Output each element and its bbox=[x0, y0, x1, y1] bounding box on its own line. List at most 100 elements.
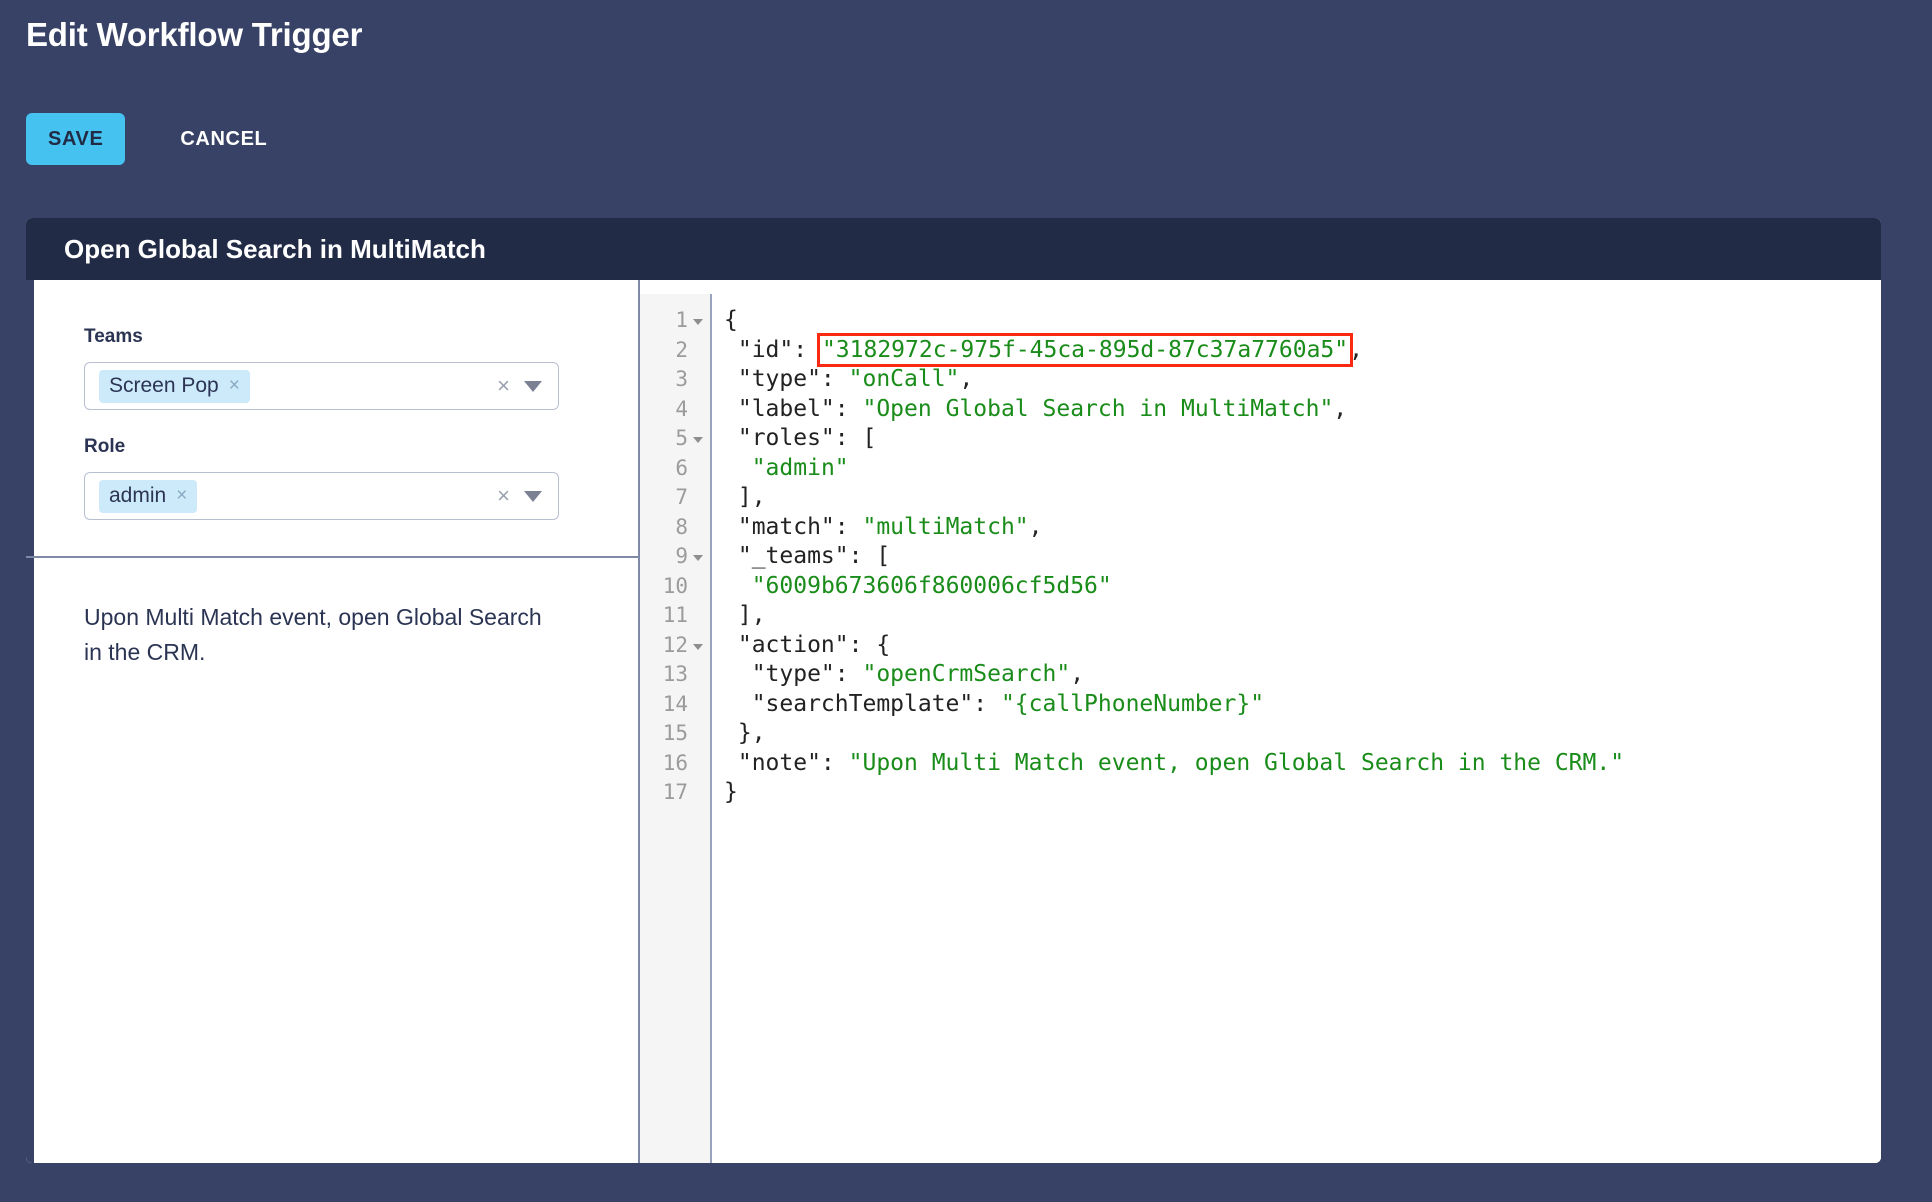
gutter-line-number: 6 bbox=[640, 454, 710, 484]
code-token: , bbox=[1333, 395, 1348, 422]
fold-caret-down-icon[interactable] bbox=[693, 555, 703, 562]
editor-gutter: 1 2 3 4 5 6 7 8 9 10 11 12 13 14 15 16 17 bbox=[640, 294, 712, 1163]
line-number: 14 bbox=[662, 691, 688, 716]
role-chip-label: admin bbox=[109, 483, 167, 507]
page-title: Edit Workflow Trigger bbox=[26, 16, 363, 53]
code-token: "searchTemplate": bbox=[724, 690, 1001, 717]
code-line[interactable]: "label": "Open Global Search in MultiMat… bbox=[724, 395, 1881, 425]
code-token: }, bbox=[724, 720, 766, 746]
code-line[interactable]: "roles": [ bbox=[724, 424, 1881, 454]
role-chip[interactable]: admin × bbox=[99, 479, 198, 513]
fold-caret-down-icon[interactable] bbox=[693, 437, 703, 444]
code-line[interactable]: "_teams": [ bbox=[724, 542, 1881, 572]
code-line[interactable]: "match": "multiMatch", bbox=[724, 513, 1881, 543]
gutter-line-number: 13 bbox=[640, 660, 710, 690]
code-line[interactable]: }, bbox=[724, 719, 1881, 749]
card-header: Open Global Search in MultiMatch bbox=[26, 218, 1881, 280]
code-token: "multiMatch" bbox=[862, 513, 1029, 540]
line-number: 2 bbox=[675, 337, 688, 362]
code-line[interactable]: "id": "3182972c-975f-45ca-895d-87c37a776… bbox=[724, 332, 1881, 367]
code-line[interactable]: { bbox=[724, 306, 1881, 336]
code-line[interactable]: "note": "Upon Multi Match event, open Gl… bbox=[724, 749, 1881, 779]
code-line[interactable]: "6009b673606f860006cf5d56" bbox=[724, 572, 1881, 602]
code-token: "id": bbox=[724, 336, 821, 363]
teams-select[interactable]: Screen Pop × × bbox=[84, 362, 559, 410]
teams-chevron-down-icon[interactable] bbox=[524, 380, 542, 392]
line-number: 5 bbox=[675, 426, 688, 450]
code-line[interactable]: "admin" bbox=[724, 454, 1881, 484]
code-token: "Upon Multi Match event, open Global Sea… bbox=[848, 749, 1625, 776]
gutter-line-number: 9 bbox=[640, 542, 710, 572]
teams-chip-remove-icon[interactable]: × bbox=[229, 376, 240, 395]
gutter-line-number: 8 bbox=[640, 513, 710, 543]
save-button[interactable]: SAVE bbox=[26, 113, 126, 165]
gutter-line-number: 14 bbox=[640, 690, 710, 720]
editor-code[interactable]: { "id": "3182972c-975f-45ca-895d-87c37a7… bbox=[712, 294, 1881, 1163]
role-chevron-down-icon[interactable] bbox=[524, 490, 542, 502]
code-token: , bbox=[1349, 336, 1363, 363]
code-token: "onCall" bbox=[848, 366, 960, 392]
card-body: Teams Screen Pop × × Role admin × × Upon… bbox=[26, 280, 1881, 1163]
code-token: "match": bbox=[724, 513, 863, 540]
code-token: ], bbox=[724, 484, 766, 510]
line-number: 13 bbox=[662, 662, 688, 686]
code-line[interactable]: ], bbox=[724, 483, 1881, 513]
cancel-button[interactable]: CANCEL bbox=[180, 128, 267, 151]
code-token: "openCrmSearch" bbox=[862, 661, 1071, 687]
teams-label: Teams bbox=[84, 326, 143, 347]
code-line[interactable]: } bbox=[724, 778, 1881, 808]
gutter-line-number: 17 bbox=[640, 778, 710, 808]
code-token: "action": { bbox=[724, 631, 891, 658]
gutter-line-number: 4 bbox=[640, 395, 710, 425]
description-text: Upon Multi Match event, open Global Sear… bbox=[84, 604, 542, 665]
code-line[interactable]: "searchTemplate": "{callPhoneNumber}" bbox=[724, 690, 1881, 720]
code-line[interactable]: "type": "onCall", bbox=[724, 365, 1881, 395]
gutter-line-number: 5 bbox=[640, 424, 710, 454]
code-token: "roles": [ bbox=[724, 425, 877, 451]
gutter-line-number: 16 bbox=[640, 749, 710, 779]
json-editor[interactable]: 1 2 3 4 5 6 7 8 9 10 11 12 13 14 15 16 17 { "id": "31829… bbox=[640, 280, 1881, 1163]
fold-caret-down-icon[interactable] bbox=[693, 643, 703, 650]
code-token: "{callPhoneNumber}" bbox=[1000, 690, 1265, 717]
line-number: 6 bbox=[675, 455, 688, 480]
teams-chip-label: Screen Pop bbox=[109, 373, 219, 397]
line-number: 8 bbox=[675, 514, 688, 539]
code-token: "Open Global Search in MultiMatch" bbox=[862, 395, 1334, 422]
line-number: 11 bbox=[662, 603, 688, 627]
code-token: "note": bbox=[724, 749, 849, 776]
code-token: , bbox=[1070, 661, 1085, 687]
teams-chip[interactable]: Screen Pop × bbox=[99, 369, 250, 403]
form-section: Teams Screen Pop × × Role admin × × bbox=[26, 280, 638, 558]
line-number: 1 bbox=[675, 308, 688, 332]
gutter-line-number: 10 bbox=[640, 572, 710, 602]
action-bar: SAVE CANCEL bbox=[26, 113, 267, 165]
card-title: Open Global Search in MultiMatch bbox=[64, 233, 486, 264]
description-section: Upon Multi Match event, open Global Sear… bbox=[26, 558, 638, 670]
role-label: Role bbox=[84, 436, 126, 457]
role-clear-icon[interactable]: × bbox=[497, 485, 510, 507]
code-token: { bbox=[724, 307, 738, 333]
teams-clear-icon[interactable]: × bbox=[497, 375, 510, 397]
code-line[interactable]: "type": "openCrmSearch", bbox=[724, 660, 1881, 690]
code-token: "type": bbox=[724, 366, 849, 392]
code-token: , bbox=[959, 366, 974, 392]
role-chip-remove-icon[interactable]: × bbox=[176, 486, 187, 505]
code-token: "6009b673606f860006cf5d56" bbox=[751, 572, 1112, 599]
line-number: 12 bbox=[662, 632, 688, 657]
gutter-line-number: 12 bbox=[640, 631, 710, 661]
role-select[interactable]: admin × × bbox=[84, 472, 559, 520]
code-token: "_teams": [ bbox=[724, 543, 891, 569]
code-token: "admin" bbox=[751, 454, 849, 481]
code-line[interactable]: "action": { bbox=[724, 631, 1881, 661]
code-token: ], bbox=[724, 602, 766, 628]
gutter-line-number: 3 bbox=[640, 365, 710, 395]
highlighted-id-value: "3182972c-975f-45ca-895d-87c37a7760a5" bbox=[816, 332, 1354, 367]
gutter-line-number: 7 bbox=[640, 483, 710, 513]
line-number: 17 bbox=[662, 780, 688, 804]
settings-pane: Teams Screen Pop × × Role admin × × Upon… bbox=[26, 280, 640, 1163]
code-line[interactable]: ], bbox=[724, 601, 1881, 631]
gutter-line-number: 1 bbox=[640, 306, 710, 336]
fold-caret-down-icon[interactable] bbox=[693, 319, 703, 326]
